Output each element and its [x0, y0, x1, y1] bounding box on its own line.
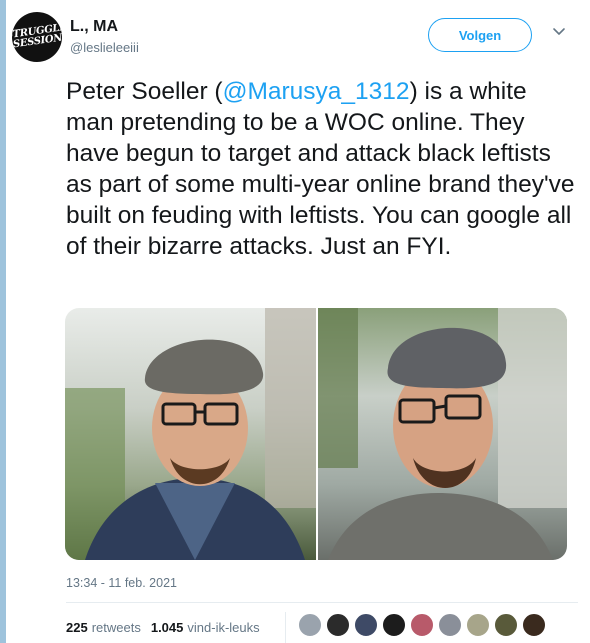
- display-name[interactable]: L., MA: [70, 18, 118, 36]
- liker-avatars: [298, 613, 550, 637]
- follow-button[interactable]: Volgen: [428, 18, 532, 52]
- liker-avatar[interactable]: [466, 613, 490, 637]
- avatar[interactable]: STRUGGLE SESSION: [8, 8, 66, 66]
- chevron-down-icon[interactable]: [552, 24, 566, 38]
- likes-stat[interactable]: 1.045 vind-ik-leuks: [151, 620, 260, 635]
- retweets-label: retweets: [91, 620, 141, 635]
- likes-label: vind-ik-leuks: [187, 620, 260, 635]
- divider: [66, 602, 578, 603]
- liker-avatar[interactable]: [410, 613, 434, 637]
- liker-avatar[interactable]: [494, 613, 518, 637]
- mention-link[interactable]: @Marusya_1312: [223, 78, 410, 105]
- liker-avatar[interactable]: [522, 613, 546, 637]
- photo-left[interactable]: [65, 308, 316, 560]
- liker-avatar[interactable]: [382, 613, 406, 637]
- user-handle[interactable]: @leslieleeiii: [70, 40, 139, 55]
- retweets-count: 225: [66, 620, 88, 635]
- portrait-illustration-left: [65, 308, 316, 560]
- portrait-illustration-right: [318, 308, 567, 560]
- photo-right[interactable]: [318, 308, 567, 560]
- tweet-stats: 225 retweets 1.045 vind-ik-leuks: [66, 620, 270, 635]
- tweet-text-after: ) is a white man pretending to be a WOC …: [66, 78, 575, 260]
- liker-avatar[interactable]: [354, 613, 378, 637]
- liker-avatar[interactable]: [326, 613, 350, 637]
- tweet-text: Peter Soeller (@Marusya_1312) is a white…: [66, 76, 578, 262]
- tweet-text-before: Peter Soeller (: [66, 78, 223, 105]
- liker-avatar[interactable]: [298, 613, 322, 637]
- tweet-media[interactable]: [65, 308, 567, 560]
- left-rule: [0, 0, 6, 643]
- stats-separator: [285, 612, 286, 643]
- likes-count: 1.045: [150, 620, 184, 635]
- tweet-header: STRUGGLE SESSION L., MA @leslieleeiii Vo…: [8, 8, 582, 66]
- retweets-stat[interactable]: 225 retweets: [66, 620, 141, 635]
- tweet-timestamp[interactable]: 13:34 - 11 feb. 2021: [66, 576, 177, 590]
- liker-avatar[interactable]: [438, 613, 462, 637]
